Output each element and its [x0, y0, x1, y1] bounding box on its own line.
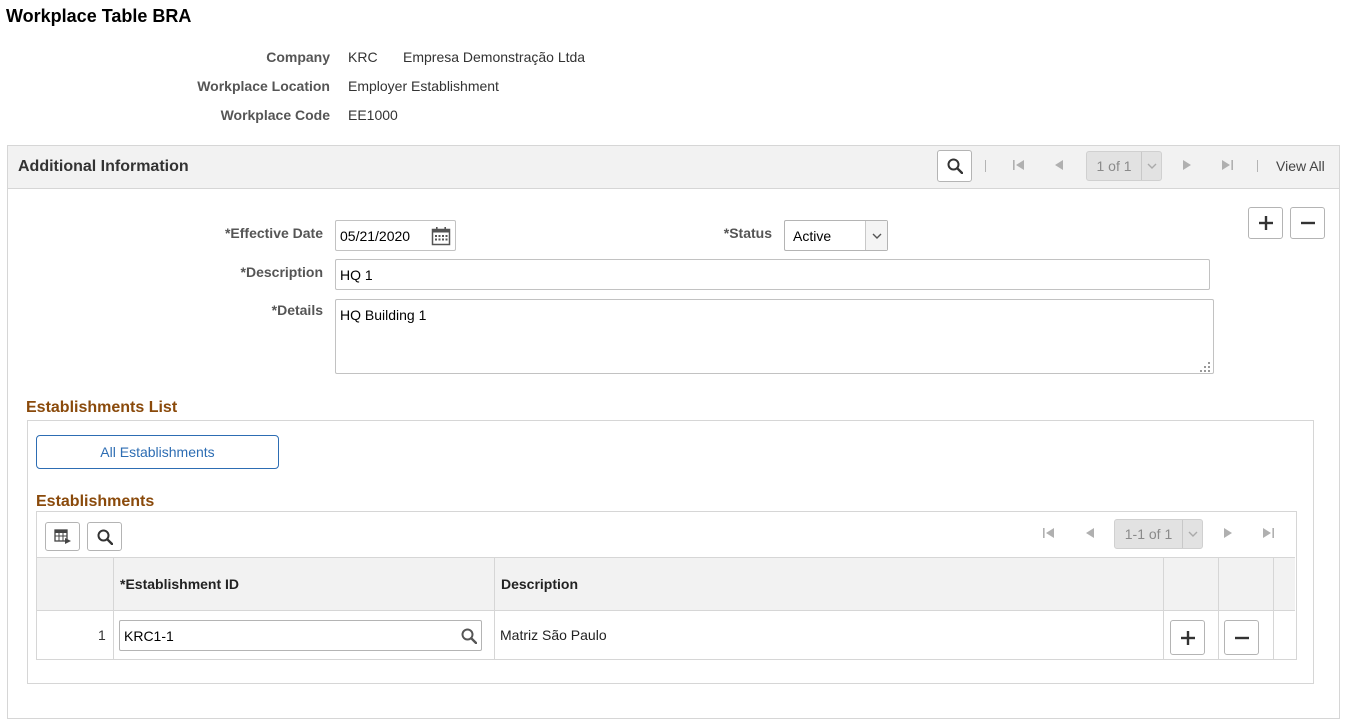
establishments-grid-title: Establishments — [36, 493, 155, 510]
description-input[interactable]: HQ 1 — [335, 259, 1210, 290]
grid-page-selector-value: 1-1 of 1 — [1124, 526, 1173, 542]
description-value: HQ 1 — [340, 266, 373, 283]
chevron-down-icon — [865, 221, 887, 250]
company-name: Empresa Demonstração Ltda — [403, 49, 586, 65]
effective-date-label: *Effective Date — [224, 225, 323, 241]
add-row-button[interactable] — [1170, 620, 1205, 655]
plus-icon — [1258, 216, 1273, 230]
next-page-icon[interactable] — [1181, 158, 1193, 175]
establishments-list-title: Establishments List — [26, 399, 178, 416]
details-value: HQ Building 1 — [340, 307, 427, 323]
nav-separator — [1257, 160, 1258, 172]
grid-find-button[interactable] — [87, 522, 122, 551]
last-page-icon[interactable] — [1261, 526, 1275, 543]
delete-row-button[interactable] — [1290, 207, 1325, 239]
nav-separator — [985, 160, 986, 172]
workplace-location-value: Employer Establishment — [348, 78, 499, 94]
minus-icon — [1234, 636, 1249, 639]
description-label: *Description — [240, 264, 323, 280]
establishment-id-value: KRC1-1 — [124, 627, 174, 644]
all-establishments-button[interactable]: All Establishments — [36, 435, 279, 469]
row-number: 1 — [98, 627, 106, 643]
page-title: Workplace Table BRA — [6, 6, 192, 26]
first-page-icon[interactable] — [1042, 526, 1056, 543]
previous-page-icon[interactable] — [1084, 526, 1096, 543]
status-select[interactable]: Active — [784, 220, 888, 251]
company-label: Company — [266, 49, 330, 65]
lookup-search-icon[interactable] — [461, 628, 477, 644]
delete-row-button[interactable] — [1224, 620, 1259, 655]
establishment-id-input[interactable]: KRC1-1 — [119, 620, 482, 651]
find-button[interactable] — [937, 150, 972, 182]
workplace-code-label: Workplace Code — [220, 107, 330, 123]
next-page-icon[interactable] — [1222, 526, 1234, 543]
search-icon — [97, 529, 113, 545]
chevron-down-icon — [1141, 152, 1161, 180]
effective-date-field[interactable]: 05/21/2020 — [335, 220, 456, 251]
minus-icon — [1300, 221, 1315, 225]
column-header-description: Description — [501, 576, 579, 592]
chevron-down-icon — [1182, 520, 1202, 548]
search-icon — [947, 158, 963, 174]
row-description: Matriz São Paulo — [500, 627, 607, 643]
effective-date-value: 05/21/2020 — [340, 227, 411, 244]
status-value: Active — [793, 227, 832, 244]
page-selector[interactable]: 1 of 1 — [1086, 151, 1162, 181]
workplace-location-label: Workplace Location — [197, 78, 330, 94]
details-label: *Details — [271, 302, 323, 318]
workplace-code-value: EE1000 — [348, 107, 398, 123]
previous-page-icon[interactable] — [1053, 158, 1065, 175]
resize-handle-icon[interactable] — [1199, 360, 1211, 376]
last-page-icon[interactable] — [1220, 158, 1234, 175]
personalize-grid-button[interactable] — [45, 522, 80, 551]
status-label: *Status — [723, 225, 772, 241]
grid-settings-icon — [53, 528, 71, 544]
add-row-button[interactable] — [1248, 207, 1283, 239]
calendar-icon[interactable] — [431, 226, 451, 246]
grid-page-selector[interactable]: 1-1 of 1 — [1114, 519, 1203, 549]
view-all-link[interactable]: View All — [1276, 158, 1325, 174]
first-page-icon[interactable] — [1012, 158, 1026, 175]
column-header-establishment-id: *Establishment ID — [120, 576, 240, 592]
company-code: KRC — [348, 49, 378, 65]
details-textarea[interactable]: HQ Building 1 — [335, 299, 1214, 374]
plus-icon — [1180, 630, 1195, 645]
grid-line — [37, 557, 1295, 558]
page-selector-value: 1 of 1 — [1096, 158, 1132, 174]
additional-information-title: Additional Information — [18, 158, 189, 175]
